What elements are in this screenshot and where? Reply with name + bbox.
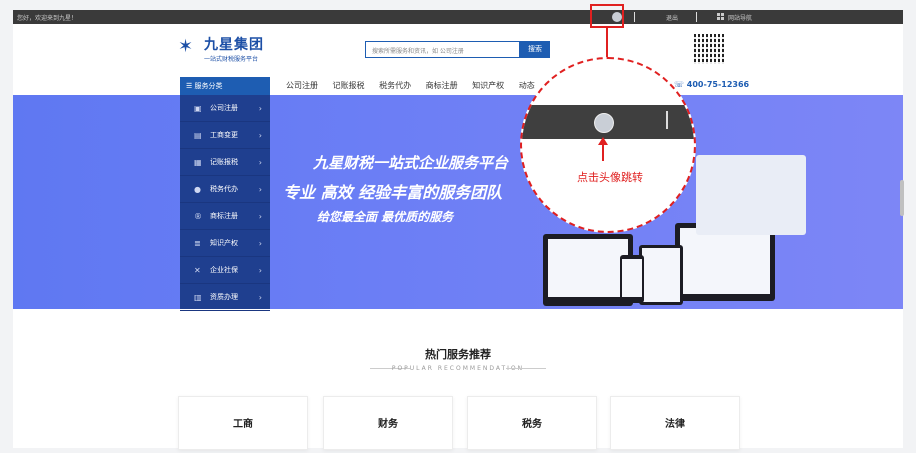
stack-icon: ≣ [194,239,201,248]
certificate-icon: ▥ [194,293,202,302]
page-body: ✶ 九星集团 一站式财税服务平台 搜索所需服务和资讯，如 公司注册 搜索 ☰ 服… [13,24,903,450]
zoom-callout: 点击头像跳转 [520,57,696,233]
carousel-dots [450,298,468,309]
nav-link[interactable]: 税务代办 [379,81,411,90]
search-button[interactable]: 搜索 [520,41,550,58]
phone-number: ☏ 400-75-12366 [674,80,750,89]
logo-slogan: 一站式财税服务平台 [204,56,259,63]
nav-link[interactable]: 记账报税 [333,81,365,90]
category-label: 服务分类 [194,82,223,90]
main-nav: 公司注册 记账报税 税务代办 商标注册 知识产权 动态 [286,80,547,91]
phone-image [620,255,644,303]
sidebar-item[interactable]: ● 税务代办 › [180,176,270,203]
sidebar-item[interactable]: ▦ 记账报税 › [180,149,270,176]
sidebar-item[interactable]: ✕ 企业社保 › [180,257,270,284]
document-icon: ▤ [194,131,202,140]
divider [634,12,635,22]
star-logo-icon: ✶ [178,36,194,57]
service-category-menu[interactable]: ☰ 服务分类 [180,77,270,95]
chevron-right-icon: › [258,104,262,113]
sidebar-item[interactable]: ® 商标注册 › [180,203,270,230]
section-title: 热门服务推荐 [425,348,491,361]
sidebar-item-label: 记账报税 [210,158,238,166]
service-card[interactable]: 财务 [323,396,453,450]
building-icon: ▣ [194,104,202,113]
sidebar-item-label: 税务代办 [210,185,238,193]
chevron-right-icon: › [258,293,262,302]
sidebar-item-label: 知识产权 [210,239,238,247]
divider [666,111,668,129]
annotation-arrow [602,139,604,161]
tablet-image [639,245,683,305]
phone-text: 400-75-12366 [686,80,750,89]
highlight-box [590,4,624,28]
nav-link[interactable]: 商标注册 [426,81,458,90]
sidebar-item-label: 资质办理 [210,293,238,301]
banner-subtitle: 专业 高效 经验丰富的服务团队 [283,183,503,202]
qr-code-image [694,34,724,64]
nav-link[interactable]: 知识产权 [472,81,504,90]
section-subtitle: POPULAR RECOMMENDATION [391,365,525,372]
greeting-text: 您好，欢迎来到九星！ [17,15,78,22]
zoomed-avatar-icon [594,113,614,133]
chevron-right-icon: › [258,266,262,275]
search-input[interactable]: 搜索所需服务和资讯，如 公司注册 [365,41,520,58]
chevron-right-icon: › [258,158,262,167]
sidebar-item[interactable]: ▤ 工商变更 › [180,122,270,149]
sidebar-item-label: 商标注册 [210,212,238,220]
chevron-right-icon: › [258,239,262,248]
coin-icon: ● [194,185,201,194]
expand-icon: ✕ [194,266,201,275]
chevron-right-icon: › [258,131,262,140]
website-preview-image [696,155,806,235]
sidebar-item[interactable]: ≣ 知识产权 › [180,230,270,257]
trademark-icon: ® [194,212,202,221]
sidebar-item-label: 公司注册 [210,104,238,112]
scrollbar[interactable] [900,180,904,216]
site-nav-link[interactable]: 网站导航 [728,13,752,22]
logo-name: 九星集团 [204,37,264,53]
chevron-right-icon: › [258,212,262,221]
divider [696,12,697,22]
top-bar: 您好，欢迎来到九星！ 退出 网站导航 [13,10,903,24]
sidebar-item[interactable]: ▥ 资质办理 › [180,284,270,311]
nav-link[interactable]: 动态 [519,81,535,90]
callout-text: 点击头像跳转 [577,171,643,184]
service-sidebar: ▣ 公司注册 › ▤ 工商变更 › ▦ 记账报税 › ● 税务代办 › ® 商标注册 › ≣ 知识产权… [180,95,270,311]
hero-banner[interactable]: 九星财税一站式企业服务平台 专业 高效 经验丰富的服务团队 给您最全面 最优质的… [13,95,903,309]
sidebar-item-label: 企业社保 [210,266,238,274]
sidebar-item-label: 工商变更 [210,131,238,139]
service-card[interactable]: 法律 [610,396,740,450]
service-card[interactable]: 税务 [467,396,597,450]
nav-link[interactable]: 公司注册 [286,81,318,90]
logout-link[interactable]: 退出 [666,13,678,22]
service-card[interactable]: 工商 [178,396,308,450]
grid-icon [717,13,724,20]
divider [506,368,546,369]
banner-tagline: 给您最全面 最优质的服务 [317,210,454,224]
banner-title: 九星财税一站式企业服务平台 [313,154,509,172]
ledger-icon: ▦ [194,158,202,167]
sidebar-item[interactable]: ▣ 公司注册 › [180,95,270,122]
chevron-right-icon: › [258,185,262,194]
